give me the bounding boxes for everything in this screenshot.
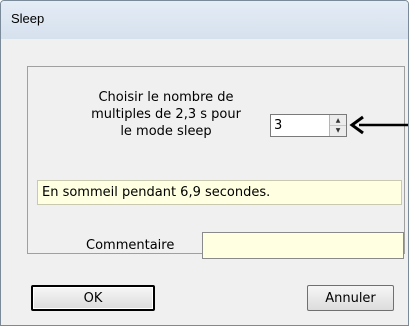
- title-bar[interactable]: Sleep: [1, 1, 408, 40]
- window-title: Sleep: [11, 11, 45, 26]
- comment-label: Commentaire: [86, 238, 175, 253]
- multiples-prompt: Choisir le nombre de multiples de 2,3 s …: [71, 89, 261, 140]
- prompt-line-3: le mode sleep: [120, 124, 212, 139]
- prompt-line-1: Choisir le nombre de: [98, 90, 234, 105]
- spin-buttons: ▲ ▼: [329, 115, 346, 136]
- multiples-spinbox[interactable]: 3 ▲ ▼: [270, 114, 347, 137]
- ok-button[interactable]: OK: [31, 285, 155, 311]
- dialog-body: Choisir le nombre de multiples de 2,3 s …: [1, 39, 408, 325]
- sleep-dialog: Sleep Choisir le nombre de multiples de …: [0, 0, 409, 326]
- cancel-button[interactable]: Annuler: [307, 285, 394, 311]
- arrow-left-icon: [349, 115, 408, 135]
- prompt-line-2: multiples de 2,3 s pour: [91, 107, 241, 122]
- multiples-value[interactable]: 3: [274, 118, 282, 133]
- spin-down-icon[interactable]: ▼: [330, 125, 346, 135]
- comment-input[interactable]: [202, 232, 404, 259]
- sleep-status-text: En sommeil pendant 6,9 secondes.: [37, 180, 402, 205]
